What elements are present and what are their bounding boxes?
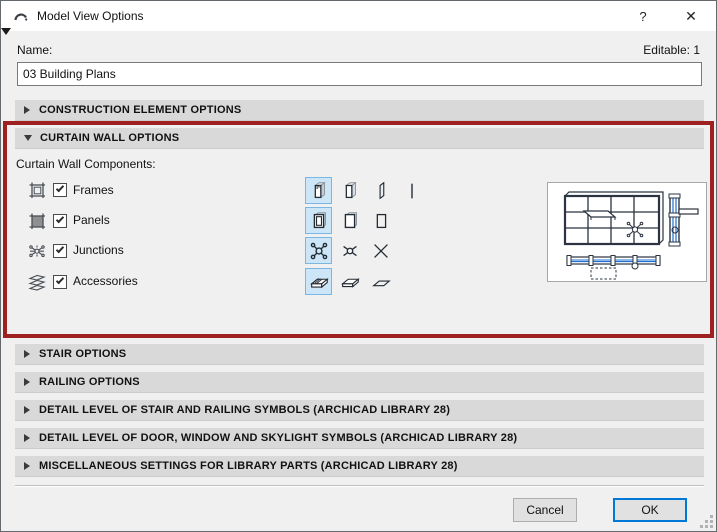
panels-label: Panels <box>73 213 110 227</box>
curtain-wall-preview <box>547 182 707 282</box>
name-input[interactable] <box>17 62 702 86</box>
window-title: Model View Options <box>37 9 144 23</box>
cancel-button[interactable]: Cancel <box>513 498 577 522</box>
frames-planar-button[interactable] <box>367 177 394 204</box>
accessories-checkbox[interactable] <box>53 275 67 289</box>
panels-detailed-3d-button[interactable] <box>305 207 332 234</box>
panels-schematic-icon <box>376 213 386 228</box>
accessories-simplified-icon <box>340 277 360 288</box>
frames-checkbox[interactable] <box>53 183 67 197</box>
checkmark-icon <box>55 244 65 254</box>
accessories-label: Accessories <box>73 274 138 288</box>
expander-collapsed-icon <box>24 462 30 470</box>
expander-expanded-icon <box>24 135 32 141</box>
expander-collapsed-icon <box>24 378 30 386</box>
ok-button[interactable]: OK <box>613 498 687 522</box>
accessories-detailed-button[interactable] <box>305 268 332 295</box>
accessories-detailed-icon <box>309 277 329 288</box>
model-view-options-dialog: Model View Options ? ✕ Name: Editable: 1… <box>0 0 717 532</box>
accessory-icon <box>28 274 46 291</box>
junctions-detailed-button[interactable] <box>305 237 332 264</box>
frames-detailed-3d-button[interactable] <box>305 177 332 204</box>
editable-count: Editable: 1 <box>643 43 700 57</box>
frames-linear-icon <box>410 183 413 198</box>
section-construction-element-options[interactable]: CONSTRUCTION ELEMENT OPTIONS <box>15 100 704 121</box>
junctions-detailed-icon <box>310 242 327 259</box>
accessories-schematic-button[interactable] <box>367 268 394 295</box>
frames-label: Frames <box>73 183 114 197</box>
junctions-label: Junctions <box>73 243 124 257</box>
panel-icon <box>29 213 45 229</box>
accessories-schematic-icon <box>371 280 391 286</box>
junction-icon <box>29 245 45 258</box>
name-label: Name: <box>17 43 53 57</box>
checkmark-icon <box>55 214 65 224</box>
junctions-simplified-icon <box>342 245 357 256</box>
section-railing-options[interactable]: RAILING OPTIONS <box>15 372 704 393</box>
frames-simplified-3d-button[interactable] <box>336 177 363 204</box>
expander-collapsed-icon <box>24 350 30 358</box>
expander-collapsed-icon <box>24 434 30 442</box>
footer-divider <box>15 485 704 487</box>
checkmark-icon <box>55 183 65 193</box>
resize-grip[interactable] <box>700 515 713 528</box>
title-bar[interactable]: Model View Options <box>1 1 716 31</box>
panels-schematic-button[interactable] <box>367 207 394 234</box>
expander-collapsed-icon <box>24 106 30 114</box>
frames-detailed-3d-icon <box>313 181 326 198</box>
archicad-logo-icon <box>14 13 28 21</box>
help-button[interactable]: ? <box>620 1 666 31</box>
junctions-schematic-button[interactable] <box>367 237 394 264</box>
curtain-wall-plan-preview-icon <box>563 191 699 280</box>
section-curtain-wall-options[interactable]: CURTAIN WALL OPTIONS <box>15 128 704 149</box>
frame-icon <box>29 182 45 198</box>
checkmark-icon <box>55 275 65 285</box>
frames-linear-button[interactable] <box>398 177 425 204</box>
section-misc-library-parts[interactable]: MISCELLANEOUS SETTINGS FOR LIBRARY PARTS… <box>15 456 704 477</box>
panels-simplified-3d-button[interactable] <box>336 207 363 234</box>
annotation-arrow-icon <box>1 28 11 35</box>
section-detail-stair-railing[interactable]: DETAIL LEVEL OF STAIR AND RAILING SYMBOL… <box>15 400 704 421</box>
curtain-wall-components-label: Curtain Wall Components: <box>16 157 156 171</box>
panels-detailed-3d-icon <box>313 211 326 228</box>
section-stair-options[interactable]: STAIR OPTIONS <box>15 344 704 365</box>
junctions-schematic-icon <box>373 243 388 258</box>
accessories-simplified-button[interactable] <box>336 268 363 295</box>
panels-simplified-3d-icon <box>344 211 357 228</box>
junctions-checkbox[interactable] <box>53 244 67 258</box>
frames-simplified-3d-icon <box>344 181 357 198</box>
expander-collapsed-icon <box>24 406 30 414</box>
frames-planar-icon <box>379 181 384 199</box>
junctions-simplified-button[interactable] <box>336 237 363 264</box>
panels-checkbox[interactable] <box>53 214 67 228</box>
close-button[interactable]: ✕ <box>668 1 714 31</box>
section-detail-door-window[interactable]: DETAIL LEVEL OF DOOR, WINDOW AND SKYLIGH… <box>15 428 704 449</box>
